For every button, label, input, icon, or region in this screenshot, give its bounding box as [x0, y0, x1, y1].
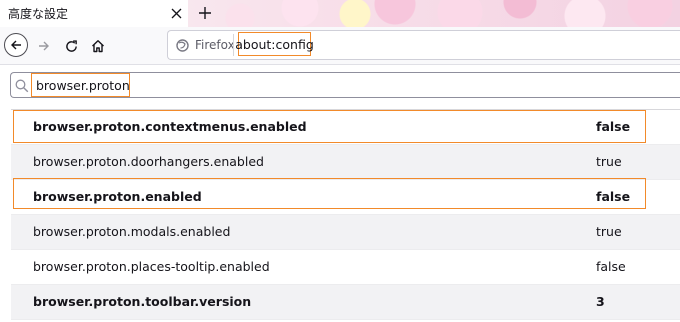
firefox-icon — [176, 38, 189, 52]
pref-value[interactable]: 3 — [596, 285, 605, 319]
navigation-toolbar — [0, 27, 680, 64]
urlbar-separator — [233, 34, 234, 56]
pref-value[interactable]: false — [596, 250, 626, 284]
highlight-box — [13, 178, 646, 209]
pref-row[interactable]: browser.proton.places-tooltip.enabled fa… — [11, 250, 680, 285]
back-arrow-icon[interactable] — [4, 33, 28, 57]
tab-strip: 高度な設定 — [0, 0, 680, 27]
pref-name: browser.proton.modals.enabled — [33, 224, 231, 239]
search-icon — [15, 78, 29, 93]
url-input[interactable]: about:config — [235, 32, 314, 56]
home-icon[interactable] — [87, 35, 109, 57]
pref-row[interactable]: browser.proton.doorhangers.enabled true — [11, 145, 680, 180]
pref-row[interactable]: browser.proton.toolbar.version 3 — [11, 285, 680, 320]
pref-value[interactable]: true — [596, 215, 622, 249]
highlight-box — [13, 110, 646, 143]
close-icon[interactable] — [167, 4, 185, 22]
pref-value[interactable]: true — [596, 145, 622, 179]
tab-title: 高度な設定 — [8, 7, 69, 21]
search-value[interactable]: browser.proton — [31, 73, 130, 97]
reload-icon[interactable] — [60, 35, 82, 57]
pref-name: browser.proton.doorhangers.enabled — [33, 154, 264, 169]
toolbar-divider — [0, 64, 680, 65]
pref-name: browser.proton.places-tooltip.enabled — [33, 259, 270, 274]
pref-row[interactable]: browser.proton.modals.enabled true — [11, 215, 680, 250]
identity-box[interactable]: Firefox — [176, 35, 235, 55]
identity-label: Firefox — [195, 38, 235, 52]
forward-arrow-icon[interactable] — [33, 35, 55, 57]
pref-name: browser.proton.toolbar.version — [33, 294, 252, 309]
new-tab-icon[interactable] — [195, 3, 215, 23]
tab-about-config[interactable]: 高度な設定 — [0, 0, 188, 27]
